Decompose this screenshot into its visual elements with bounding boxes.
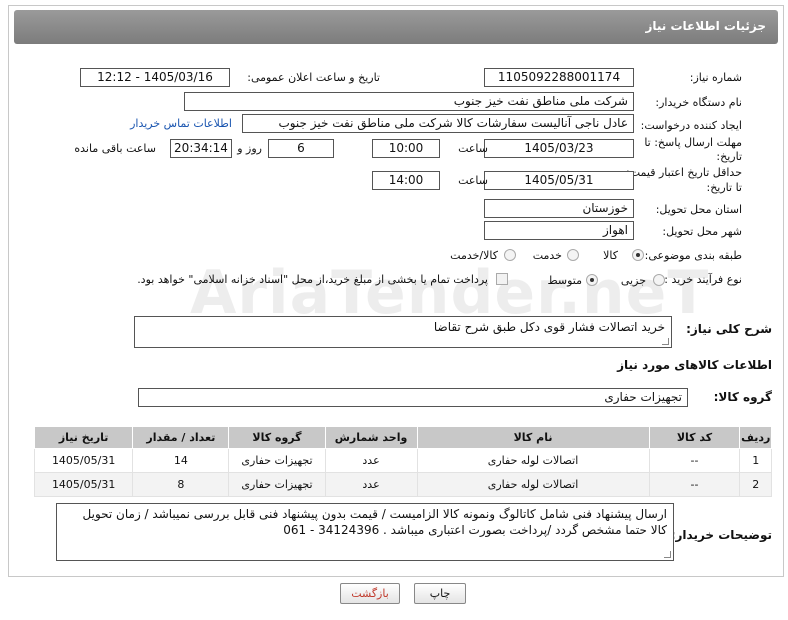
deadline-time-field: 10:00 — [372, 139, 440, 158]
treasury-payment-note: پرداخت تمام یا بخشی از مبلغ خرید،از محل … — [137, 273, 488, 286]
need-number-label: شماره نیاز: — [689, 71, 742, 84]
city-field: اهواز — [484, 221, 634, 240]
panel-title: جزئیات اطلاعات نیاز — [645, 19, 766, 33]
purchase-option-minor: جزیی — [620, 274, 646, 287]
cell-group: تجهیزات حفاری — [228, 448, 326, 473]
deadline-time-label: ساعت — [458, 142, 488, 155]
validity-time-label: ساعت — [458, 174, 488, 187]
category-option-service: خدمت — [532, 249, 562, 262]
purchase-radio-medium[interactable] — [586, 274, 598, 286]
buyer-org-field: شرکت ملی مناطق نفت خیز جنوب — [184, 92, 634, 111]
purchase-radio-minor[interactable] — [653, 274, 665, 286]
summary-text: خرید اتصالات فشار قوی دکل طبق شرح تقاضا — [134, 316, 672, 348]
cell-code: -- — [648, 472, 741, 497]
cell-name: اتصالات لوله حفاری — [416, 472, 650, 497]
resize-handle-icon[interactable] — [662, 338, 669, 345]
col-row-header: ردیف — [739, 426, 772, 449]
category-label: طبقه بندی موضوعی: — [644, 249, 742, 262]
cell-qty: 14 — [132, 448, 230, 473]
goods-section-title: اطلاعات کالاهای مورد نیاز — [617, 358, 772, 372]
validity-label: حداقل تاریخ اعتبار قیمت: — [626, 166, 742, 179]
buyer-org-label: نام دستگاه خریدار: — [655, 96, 742, 109]
validity-time-field: 14:00 — [372, 171, 440, 190]
cell-group: تجهیزات حفاری — [228, 472, 326, 497]
buyer-notes-label: توضیحات خریدار: — [670, 528, 772, 542]
cell-date: 1405/05/31 — [33, 448, 134, 473]
back-button[interactable]: بازگشت — [340, 583, 400, 604]
col-code-header: کد کالا — [648, 426, 741, 449]
purchase-type-label: نوع فرآیند خرید : — [664, 273, 742, 286]
category-option-goods: کالا — [603, 249, 618, 262]
days-field: 6 — [268, 139, 334, 158]
days-label: روز و — [237, 142, 262, 155]
creator-label: ایجاد کننده درخواست: — [640, 119, 742, 132]
table-row: 2 -- اتصالات لوله حفاری عدد تجهیزات حفار… — [33, 472, 772, 497]
purchase-option-medium: متوسط — [547, 274, 582, 287]
summary-label: شرح کلی نیاز: — [686, 322, 772, 336]
buyer-notes-content: ارسال پیشنهاد فنی شامل کاتالوگ ونمونه کا… — [82, 507, 667, 537]
remaining-time-field: 20:34:14 — [170, 139, 232, 158]
category-radio-goods[interactable] — [632, 249, 644, 261]
need-number-field: 1105092288001174 — [484, 68, 634, 87]
announce-field: 1405/03/16 - 12:12 — [80, 68, 230, 87]
category-radio-goods-service[interactable] — [504, 249, 516, 261]
cell-name: اتصالات لوله حفاری — [416, 448, 650, 473]
deadline-label-date: تاریخ: — [716, 150, 742, 163]
resize-handle-icon[interactable] — [664, 551, 671, 558]
goods-group-field: تجهیزات حفاری — [138, 388, 688, 407]
deadline-date-field: 1405/03/23 — [484, 139, 634, 158]
table-row: 1 -- اتصالات لوله حفاری عدد تجهیزات حفار… — [33, 448, 772, 473]
page: جزئیات اطلاعات نیاز AriaTender.neT شماره… — [0, 0, 788, 620]
table-header-row: ردیف کد کالا نام کالا واحد شمارش گروه کا… — [33, 426, 772, 449]
city-label: شهر محل تحویل: — [662, 225, 742, 238]
validity-label-date: تا تاریخ: — [706, 181, 742, 194]
col-unit-header: واحد شمارش — [324, 426, 418, 449]
category-radio-service[interactable] — [567, 249, 579, 261]
cell-row: 2 — [739, 472, 772, 497]
deadline-label: مهلت ارسال پاسخ: تا — [644, 136, 742, 149]
col-date-header: تاریخ نیاز — [33, 426, 134, 449]
goods-group-label: گروه کالا: — [713, 390, 772, 404]
col-qty-header: تعداد / مقدار — [132, 426, 230, 449]
buyer-notes-text: ارسال پیشنهاد فنی شامل کاتالوگ ونمونه کا… — [56, 503, 674, 561]
panel-header: جزئیات اطلاعات نیاز — [14, 10, 778, 44]
goods-table: ردیف کد کالا نام کالا واحد شمارش گروه کا… — [33, 426, 772, 497]
cell-row: 1 — [739, 448, 772, 473]
cell-qty: 8 — [132, 472, 230, 497]
validity-date-field: 1405/05/31 — [484, 171, 634, 190]
print-button[interactable]: چاپ — [414, 583, 466, 604]
treasury-payment-checkbox[interactable] — [496, 273, 508, 285]
summary-text-content: خرید اتصالات فشار قوی دکل طبق شرح تقاضا — [433, 320, 665, 334]
province-field: خوزستان — [484, 199, 634, 218]
creator-field: عادل ناجی آنالیست سفارشات کالا شرکت ملی … — [242, 114, 634, 133]
col-name-header: نام کالا — [416, 426, 650, 449]
cell-date: 1405/05/31 — [33, 472, 134, 497]
col-group-header: گروه کالا — [228, 426, 326, 449]
category-option-goods-service: کالا/خدمت — [450, 249, 498, 262]
cell-unit: عدد — [324, 448, 418, 473]
cell-code: -- — [648, 448, 741, 473]
announce-label: تاریخ و ساعت اعلان عمومی: — [247, 71, 380, 84]
remaining-label: ساعت باقی مانده — [74, 142, 156, 155]
cell-unit: عدد — [324, 472, 418, 497]
contact-info-link[interactable]: اطلاعات تماس خریدار — [130, 117, 232, 130]
province-label: استان محل تحویل: — [655, 203, 742, 216]
